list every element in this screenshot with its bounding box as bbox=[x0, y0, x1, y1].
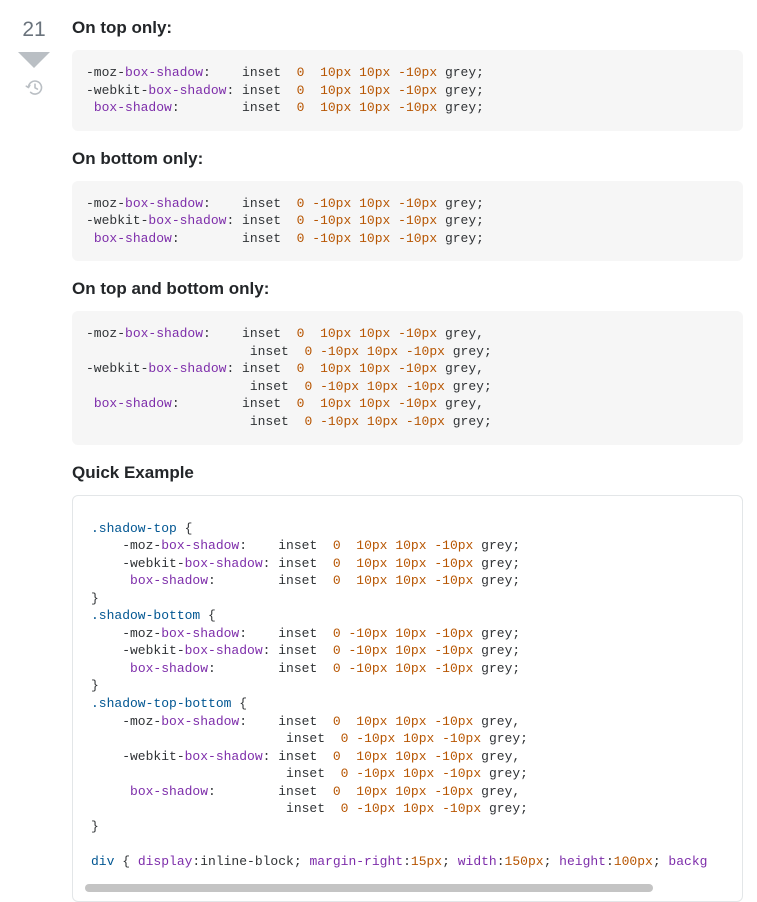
vote-column: 21 bbox=[8, 4, 60, 902]
code-block-top-bottom: -moz-box-shadow: inset 0 10px 10px -10px… bbox=[72, 311, 743, 444]
heading-top-only: On top only: bbox=[72, 18, 743, 38]
heading-top-bottom: On top and bottom only: bbox=[72, 279, 743, 299]
code-block-bottom-only: -moz-box-shadow: inset 0 -10px 10px -10p… bbox=[72, 181, 743, 262]
heading-bottom-only: On bottom only: bbox=[72, 149, 743, 169]
code-block-top-only: -moz-box-shadow: inset 0 10px 10px -10px… bbox=[72, 50, 743, 131]
code-block-quick-example: .shadow-top { -moz-box-shadow: inset 0 1… bbox=[73, 508, 742, 881]
history-icon[interactable] bbox=[25, 78, 44, 97]
snippet-container: .shadow-top { -moz-box-shadow: inset 0 1… bbox=[72, 495, 743, 902]
downvote-button[interactable] bbox=[18, 52, 50, 68]
vote-score: 21 bbox=[22, 18, 45, 42]
horizontal-scrollbar[interactable] bbox=[85, 881, 730, 895]
answer-body: On top only: -moz-box-shadow: inset 0 10… bbox=[60, 4, 743, 902]
heading-quick-example: Quick Example bbox=[72, 463, 743, 483]
